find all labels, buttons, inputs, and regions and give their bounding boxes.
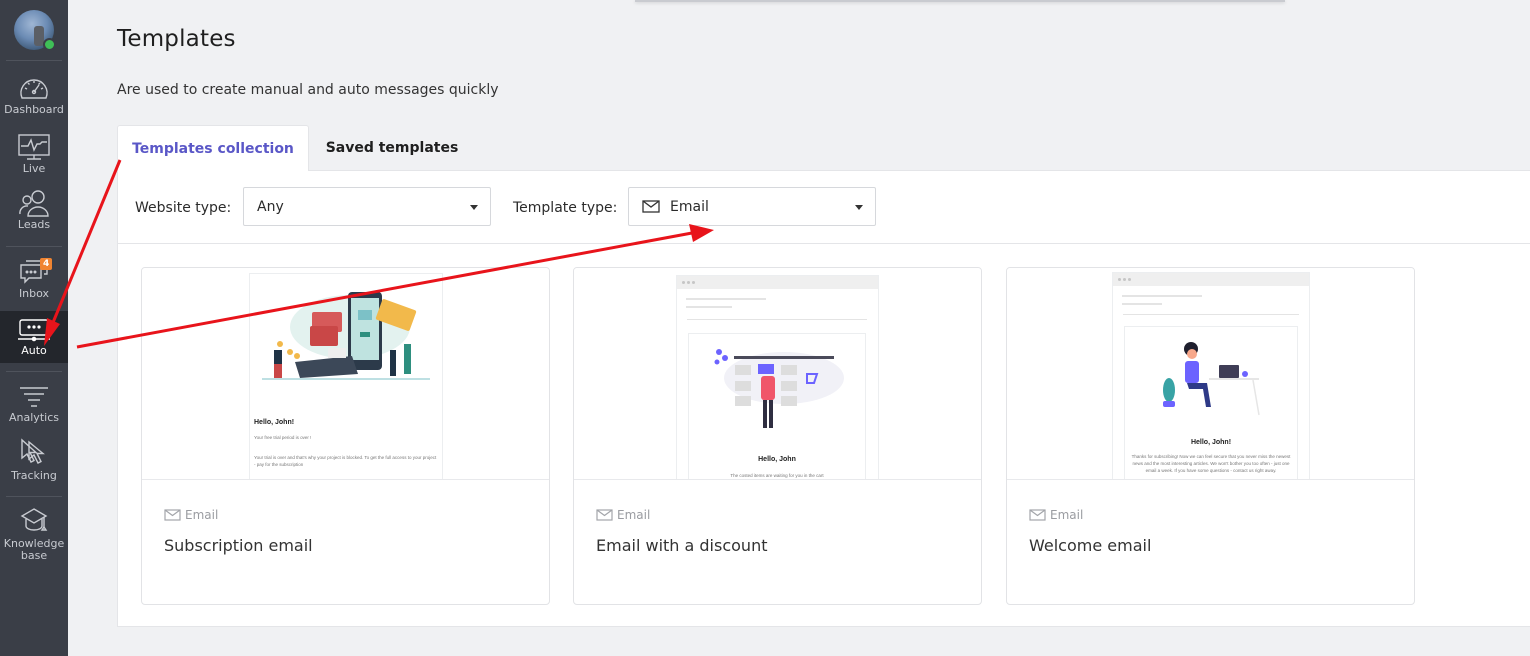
user-avatar[interactable]: [14, 10, 56, 51]
envelope-icon: [1029, 509, 1046, 521]
email-body: Hello, John The costed items are waiting…: [689, 334, 865, 479]
header-line: [686, 298, 766, 300]
sidebar-item-label: Knowledge base: [3, 537, 65, 562]
website-type-value: Any: [257, 198, 284, 215]
graduation-cap-icon: [20, 508, 48, 531]
envelope-icon: [596, 509, 613, 521]
sidebar-item-live[interactable]: Live: [0, 133, 68, 181]
preview-line: Thanks for subscribing! Now we can feel …: [1131, 454, 1291, 473]
sidebar-divider: [6, 371, 62, 372]
sidebar-item-inbox[interactable]: 4 Inbox: [0, 258, 68, 306]
sidebar-item-label: Dashboard: [4, 103, 64, 116]
header-line: [1122, 303, 1162, 305]
sidebar-item-auto[interactable]: Auto: [0, 311, 68, 363]
sidebar: Dashboard Live Leads 4 Inbox Auto Analyt…: [0, 0, 68, 656]
divider: [687, 319, 867, 320]
envelope-icon: [642, 200, 660, 213]
cursors-icon: [21, 438, 45, 464]
email-body: Hello, John! Thanks for subscribing! Now…: [1125, 327, 1297, 479]
payment-illustration: [262, 292, 430, 380]
template-type-text: Email: [617, 508, 651, 522]
preview-line: The costed items are waiting for you in …: [730, 473, 824, 478]
online-status-dot: [43, 38, 56, 51]
email-preview-document: Hello, John! Your free trial period is o…: [250, 274, 442, 479]
template-card-welcome[interactable]: Hello, John! Thanks for subscribing! Now…: [1006, 267, 1415, 605]
template-title: Welcome email: [1029, 536, 1152, 555]
auto-message-icon: [18, 319, 50, 342]
preview-greeting: Hello, John!: [1190, 439, 1232, 446]
monitor-pulse-icon: [18, 134, 50, 160]
sidebar-item-label: Tracking: [11, 469, 57, 482]
template-preview: Hello, John The costed items are waiting…: [574, 268, 981, 480]
website-type-label: Website type:: [135, 200, 232, 216]
page-title: Templates: [117, 26, 236, 52]
preview-line: Your trial is over and that's why your p…: [254, 455, 437, 467]
template-preview: Hello, John! Thanks for subscribing! Now…: [1007, 268, 1414, 480]
chevron-down-icon: [470, 205, 478, 210]
preview-greeting: Hello, John!: [254, 419, 295, 426]
template-title: Subscription email: [164, 536, 313, 555]
templates-panel: Website type: Any Template type: Email H…: [117, 170, 1530, 627]
preview-greeting: Hello, John: [758, 456, 796, 463]
header-line: [1122, 295, 1202, 297]
template-type-text: Email: [185, 508, 219, 522]
inbox-unread-badge: 4: [40, 258, 53, 270]
email-preview-document: Hello, John The costed items are waiting…: [677, 276, 878, 479]
sidebar-item-dashboard[interactable]: Dashboard: [0, 76, 68, 124]
desk-illustration: [1163, 342, 1260, 416]
template-type-select[interactable]: Email: [628, 187, 876, 226]
template-type-tag: Email: [1029, 508, 1083, 522]
template-type-label: Template type:: [513, 200, 618, 216]
divider: [1123, 314, 1299, 315]
sidebar-item-label: Analytics: [9, 411, 59, 424]
template-type-tag: Email: [596, 508, 650, 522]
window-bar: [1113, 273, 1309, 286]
chevron-down-icon: [855, 205, 863, 210]
shopping-illustration: [714, 349, 844, 428]
template-card-discount[interactable]: Hello, John The costed items are waiting…: [573, 267, 982, 605]
template-type-text: Email: [1050, 508, 1084, 522]
preview-line: Your free trial period is over !: [254, 435, 312, 440]
filter-bar: Website type: Any Template type: Email: [118, 171, 1530, 244]
sidebar-item-label: Live: [22, 162, 46, 175]
sidebar-divider: [6, 246, 62, 247]
sidebar-divider: [6, 496, 62, 497]
page-subtitle: Are used to create manual and auto messa…: [117, 82, 499, 98]
email-preview-document: Hello, John! Thanks for subscribing! Now…: [1113, 273, 1309, 479]
sidebar-item-leads[interactable]: Leads: [0, 189, 68, 237]
funnel-lines-icon: [20, 387, 48, 407]
template-card-subscription[interactable]: Hello, John! Your free trial period is o…: [141, 267, 550, 605]
envelope-icon: [164, 509, 181, 521]
top-overlay-edge: [635, 0, 1285, 2]
website-type-select[interactable]: Any: [243, 187, 491, 226]
sidebar-item-analytics[interactable]: Analytics: [0, 384, 68, 432]
sidebar-item-knowledge-base[interactable]: Knowledge base: [0, 506, 68, 566]
sidebar-item-label: Leads: [17, 218, 51, 231]
window-bar: [677, 276, 878, 289]
users-icon: [19, 190, 49, 217]
sidebar-item-tracking[interactable]: Tracking: [0, 438, 68, 488]
template-title: Email with a discount: [596, 536, 768, 555]
sidebar-item-label: Inbox: [18, 287, 50, 300]
header-line: [686, 306, 732, 308]
template-type-tag: Email: [164, 508, 218, 522]
sidebar-item-label: Auto: [21, 344, 47, 357]
template-type-value: Email: [670, 198, 709, 215]
tab-templates-collection[interactable]: Templates collection: [117, 125, 309, 171]
tab-saved-templates[interactable]: Saved templates: [309, 125, 475, 171]
sidebar-divider: [6, 60, 62, 61]
dashboard-gauge-icon: [20, 79, 48, 99]
template-preview: Hello, John! Your free trial period is o…: [142, 268, 549, 480]
